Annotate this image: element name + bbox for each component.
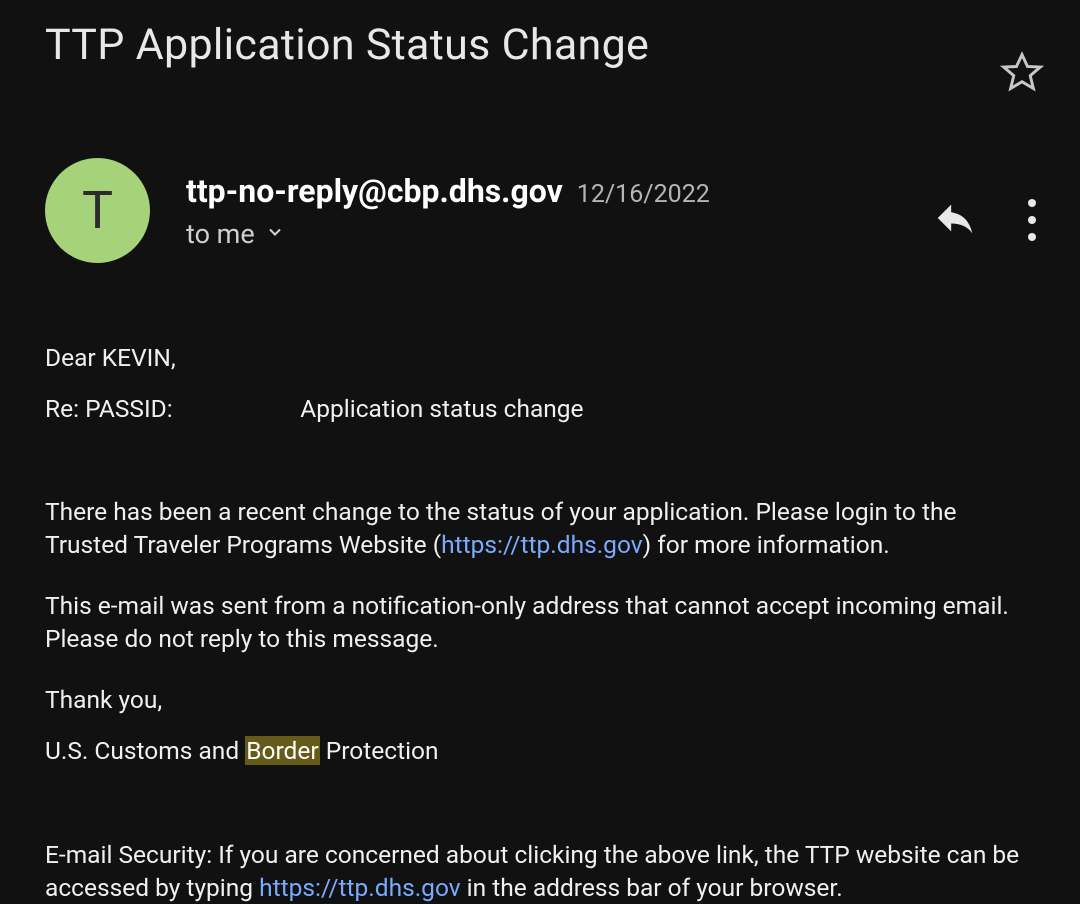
sig-before: U.S. Customs and bbox=[45, 736, 245, 765]
security-para: E-mail Security: If you are concerned ab… bbox=[45, 838, 1036, 904]
reply-button[interactable] bbox=[932, 195, 978, 245]
chevron-down-icon bbox=[265, 222, 285, 242]
more-button[interactable] bbox=[1022, 199, 1042, 241]
recipient-line[interactable]: to me bbox=[186, 218, 896, 250]
more-vertical-icon bbox=[1028, 199, 1036, 241]
re-line: Re: PASSID: Application status change bbox=[45, 392, 1036, 425]
sec-after: in the address bar of your browser. bbox=[461, 873, 843, 902]
expand-recipients[interactable] bbox=[265, 222, 285, 246]
sender-line: ttp-no-reply@cbp.dhs.gov 12/16/2022 bbox=[186, 172, 896, 210]
re-prefix: Re: PASSID: bbox=[45, 394, 173, 423]
sender-address[interactable]: ttp-no-reply@cbp.dhs.gov bbox=[186, 172, 563, 210]
avatar-letter: T bbox=[82, 180, 113, 241]
star-button[interactable] bbox=[1000, 50, 1044, 98]
sig-after: Protection bbox=[320, 736, 439, 765]
recipient-label: to me bbox=[186, 218, 255, 250]
star-icon bbox=[1000, 50, 1044, 94]
status-para: There has been a recent change to the st… bbox=[45, 495, 1036, 561]
thanks: Thank you, bbox=[45, 683, 1036, 716]
sender-block: ttp-no-reply@cbp.dhs.gov 12/16/2022 to m… bbox=[186, 172, 896, 250]
signature: U.S. Customs and Border Protection bbox=[45, 734, 1036, 767]
email-actions bbox=[932, 195, 1042, 245]
ttp-link-1[interactable]: https://ttp.dhs.gov bbox=[441, 530, 642, 559]
email-subject: TTP Application Status Change bbox=[45, 20, 649, 72]
email-body: Dear KEVIN, Re: PASSID: Application stat… bbox=[45, 341, 1050, 904]
email-view: TTP Application Status Change T ttp-no-r… bbox=[0, 0, 1080, 904]
sig-highlight: Border bbox=[245, 736, 319, 765]
re-spacer bbox=[173, 394, 301, 423]
email-date: 12/16/2022 bbox=[577, 180, 710, 209]
re-suffix: Application status change bbox=[300, 394, 583, 423]
email-meta-row: T ttp-no-reply@cbp.dhs.gov 12/16/2022 to… bbox=[45, 158, 1050, 263]
noreply-para: This e-mail was sent from a notification… bbox=[45, 589, 1036, 655]
email-header: TTP Application Status Change bbox=[45, 20, 1050, 98]
reply-icon bbox=[932, 195, 978, 241]
ttp-link-2[interactable]: https://ttp.dhs.gov bbox=[259, 873, 460, 902]
sender-avatar[interactable]: T bbox=[45, 158, 150, 263]
p1-after: ) for more information. bbox=[643, 530, 890, 559]
greeting: Dear KEVIN, bbox=[45, 341, 1036, 374]
